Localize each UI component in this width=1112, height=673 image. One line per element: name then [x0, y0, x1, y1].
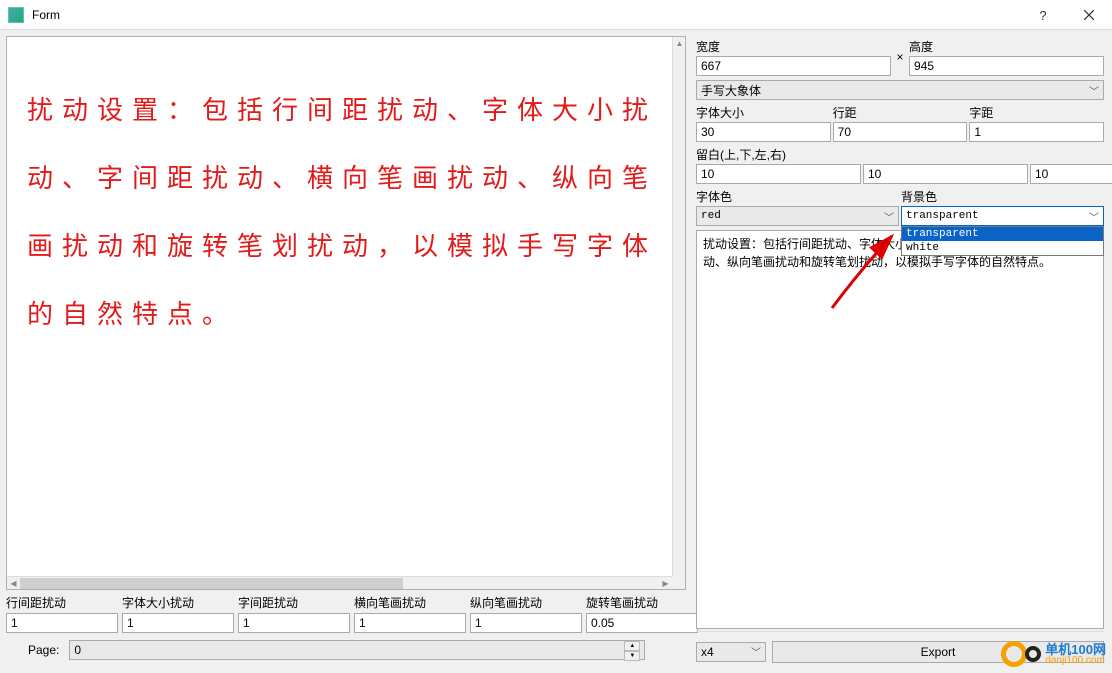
line-spacing-label: 行距: [833, 104, 968, 120]
input-text-area[interactable]: 扰动设置：包括行间距扰动、字体大小扰动、字间距扰动、横向笔画扰动、纵向笔画扰动和…: [696, 230, 1104, 629]
margin-top-input[interactable]: [696, 164, 861, 184]
margin-bottom-input[interactable]: [863, 164, 1028, 184]
char-perturb-label: 字间距扰动: [238, 594, 350, 611]
width-label: 宽度: [696, 38, 891, 54]
page-spin-buttons[interactable]: ▲▼: [624, 641, 640, 659]
chevron-down-icon: ﹀: [1089, 209, 1099, 224]
font-size-input[interactable]: [696, 122, 831, 142]
font-color-select[interactable]: red ﹀: [696, 206, 899, 226]
margin-left-input[interactable]: [1030, 164, 1112, 184]
horizontal-scrollbar[interactable]: ◀ ▶: [7, 576, 672, 589]
times-sign: ×: [893, 50, 907, 65]
page-label: Page:: [28, 643, 59, 657]
bg-option-transparent[interactable]: transparent: [902, 227, 1103, 241]
help-button[interactable]: ?: [1020, 0, 1066, 30]
vstroke-perturb-label: 纵向笔画扰动: [470, 594, 582, 611]
font-family-value: 手写大象体: [701, 82, 761, 99]
char-spacing-label: 字距: [969, 104, 1104, 120]
perturbation-row: 行间距扰动 字体大小扰动 字间距扰动 横向笔画扰动 纵向笔画扰动: [6, 590, 686, 633]
width-input[interactable]: [696, 56, 891, 76]
hstroke-perturb-label: 横向笔画扰动: [354, 594, 466, 611]
char-perturb-input[interactable]: [238, 613, 350, 633]
chevron-down-icon: ﹀: [751, 644, 761, 659]
chevron-down-icon: ﹀: [1089, 83, 1099, 98]
page-value: 0: [74, 643, 81, 657]
app-icon: [8, 7, 24, 23]
right-pane: 宽度 × 高度 手写大象体 ﹀ 字体大小 行距 字距: [692, 30, 1112, 673]
char-spacing-input[interactable]: [969, 122, 1104, 142]
font-color-label: 字体色: [696, 188, 899, 204]
line-spacing-input[interactable]: [833, 122, 968, 142]
height-input[interactable]: [909, 56, 1104, 76]
bg-color-select[interactable]: transparent ﹀: [901, 206, 1104, 226]
vertical-scrollbar[interactable]: ▲: [672, 37, 685, 576]
font-family-select[interactable]: 手写大象体 ﹀: [696, 80, 1104, 100]
margin-label: 留白(上,下,左,右): [696, 146, 1104, 162]
preview-text: 扰动设置：包括行间距扰动、字体大小扰动、字间距扰动、横向笔画扰动、纵向笔画扰动和…: [27, 77, 662, 349]
zoom-select[interactable]: x4 ﹀: [696, 642, 766, 662]
bg-option-white[interactable]: white: [902, 241, 1103, 255]
bg-color-label: 背景色: [901, 188, 1104, 204]
window-title: Form: [32, 8, 60, 22]
chevron-down-icon: ﹀: [884, 209, 894, 224]
rot-perturb-input[interactable]: [586, 613, 698, 633]
left-pane: 扰动设置：包括行间距扰动、字体大小扰动、字间距扰动、横向笔画扰动、纵向笔画扰动和…: [0, 30, 692, 673]
zoom-value: x4: [701, 645, 714, 659]
font-size-label: 字体大小: [696, 104, 831, 120]
bg-color-dropdown[interactable]: transparent white: [901, 226, 1104, 256]
height-label: 高度: [909, 38, 1104, 54]
title-bar: Form ?: [0, 0, 1112, 30]
export-button[interactable]: Export: [772, 641, 1104, 663]
font-color-value: red: [701, 210, 721, 222]
size-perturb-label: 字体大小扰动: [122, 594, 234, 611]
line-perturb-input[interactable]: [6, 613, 118, 633]
bg-color-value: transparent: [906, 210, 979, 222]
rot-perturb-label: 旋转笔画扰动: [586, 594, 698, 611]
vstroke-perturb-input[interactable]: [470, 613, 582, 633]
hstroke-perturb-input[interactable]: [354, 613, 466, 633]
line-perturb-label: 行间距扰动: [6, 594, 118, 611]
size-perturb-input[interactable]: [122, 613, 234, 633]
preview-canvas: 扰动设置：包括行间距扰动、字体大小扰动、字间距扰动、横向笔画扰动、纵向笔画扰动和…: [6, 36, 686, 590]
close-button[interactable]: [1066, 0, 1112, 30]
page-spinbox[interactable]: 0 ▲▼: [69, 640, 645, 660]
